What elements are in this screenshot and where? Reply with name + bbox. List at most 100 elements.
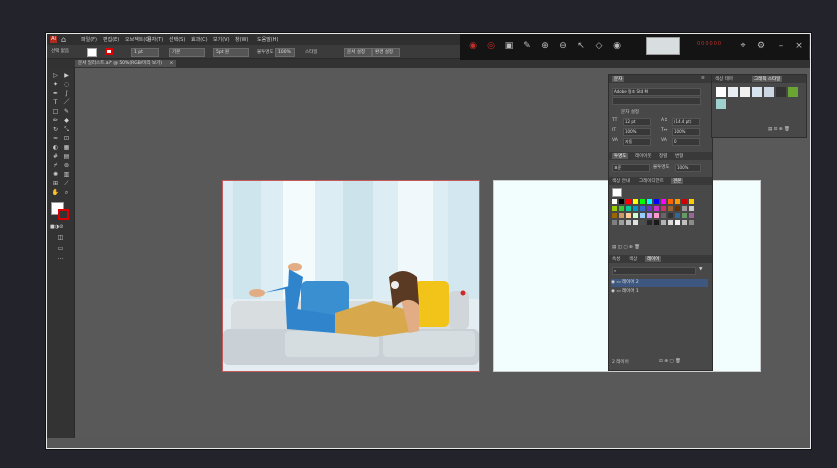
color-swatch[interactable] [626, 213, 631, 218]
screenshot-icon[interactable]: ▣ [504, 41, 514, 51]
layer-row[interactable]: ◉ ▭ 레이어 1 [611, 288, 708, 296]
tab-layout[interactable]: 레이아웃 [635, 153, 652, 159]
blend-tool-icon[interactable]: ⊚ [62, 162, 71, 170]
tab-gradient[interactable]: 그레이디언트 [639, 178, 664, 184]
home-icon[interactable]: ⌂ [61, 35, 66, 44]
color-swatch[interactable] [612, 199, 617, 204]
color-swatch[interactable] [682, 220, 687, 225]
rotate-tool-icon[interactable]: ↻ [51, 126, 60, 134]
font-style-field[interactable] [612, 97, 701, 105]
artboard-photo[interactable] [222, 180, 480, 372]
color-swatch[interactable] [661, 220, 666, 225]
color-swatch[interactable] [633, 220, 638, 225]
color-swatch[interactable] [668, 199, 673, 204]
tracking-field[interactable]: 0 [672, 138, 700, 146]
color-swatch[interactable] [626, 206, 631, 211]
width-tool-icon[interactable]: ≈ [51, 135, 60, 143]
stroke-color-icon[interactable] [58, 209, 69, 220]
scale-tool-icon[interactable]: ⤡ [62, 126, 71, 134]
color-swatch[interactable] [668, 213, 673, 218]
menu-item-7[interactable]: 창(W) [235, 36, 248, 43]
lasso-tool-icon[interactable]: ◌ [62, 81, 71, 89]
color-swatch[interactable] [640, 213, 645, 218]
font-size-field[interactable]: 12 pt [623, 118, 651, 126]
color-swatch[interactable] [675, 220, 680, 225]
color-swatch[interactable] [654, 220, 659, 225]
free-transform-tool-icon[interactable]: ⊡ [62, 135, 71, 143]
slice-tool-icon[interactable]: ⟋ [62, 180, 71, 188]
screen-mode-icon[interactable]: ▭ [56, 245, 65, 253]
color-swatch[interactable] [619, 206, 624, 211]
more-tools-icon[interactable]: ··· [56, 256, 65, 264]
document-setup-button[interactable]: 문서 설정 [344, 48, 372, 57]
magic-wand-tool-icon[interactable]: ✦ [51, 81, 60, 89]
direct-selection-tool-icon[interactable]: ▶ [62, 72, 71, 80]
draw-mode-icon[interactable]: ◫ [56, 234, 65, 242]
tab-color[interactable]: 색상 [629, 256, 637, 262]
color-swatch[interactable] [612, 206, 617, 211]
color-swatch[interactable] [661, 213, 666, 218]
settings-icon[interactable]: ⚙ [756, 41, 766, 51]
color-swatch[interactable] [689, 206, 694, 211]
pen-icon[interactable]: ✎ [522, 41, 532, 51]
color-swatch[interactable] [654, 199, 659, 204]
color-swatch[interactable] [619, 199, 624, 204]
stroke-weight-field[interactable]: 1 pt [131, 48, 159, 57]
mesh-tool-icon[interactable]: # [51, 153, 60, 161]
color-swatch[interactable] [682, 199, 687, 204]
color-swatch[interactable] [626, 199, 631, 204]
hand-tool-icon[interactable]: ✋ [51, 189, 60, 197]
tab-color-guide[interactable]: 색상 안내 [612, 178, 630, 184]
tab-character[interactable]: 문자 [612, 76, 625, 82]
stop-icon[interactable]: ◎ [486, 41, 496, 51]
pen-tool-icon[interactable]: ✒ [51, 90, 60, 98]
zoom-tool-icon[interactable]: ⌕ [62, 189, 71, 197]
eyedropper-tool-icon[interactable]: ⌿ [51, 162, 60, 170]
color-swatch[interactable] [619, 220, 624, 225]
leading-field[interactable]: (14.4 pt) [672, 118, 700, 126]
rectangle-tool-icon[interactable]: □ [51, 108, 60, 116]
menu-item-5[interactable]: 효과(C) [191, 36, 208, 43]
style-swatch-4[interactable] [764, 87, 774, 97]
stroke-style-select[interactable]: 5pt 원 [213, 48, 249, 57]
close-icon[interactable]: × [169, 61, 173, 66]
preview-thumbnail[interactable] [646, 37, 680, 55]
color-swatch[interactable] [647, 220, 652, 225]
style-swatch-5[interactable] [776, 87, 786, 97]
color-swatch[interactable] [661, 199, 666, 204]
document-tab[interactable]: 문서 일러스트.ai* @ 50%(RGB/미리 보기) × [75, 60, 177, 67]
style-swatch-6[interactable] [788, 87, 798, 97]
menu-item-8[interactable]: 도움말(H) [257, 36, 278, 43]
line-tool-icon[interactable]: ／ [62, 99, 71, 107]
fill-icon[interactable]: ◇ [594, 41, 604, 51]
artboard-tool-icon[interactable]: ⊞ [51, 180, 60, 188]
pencil-tool-icon[interactable]: ✏ [51, 117, 60, 125]
minimize-icon[interactable]: – [776, 41, 786, 51]
font-family-field[interactable]: Adobe 명조 Std M [612, 88, 701, 96]
color-swatch[interactable] [689, 220, 694, 225]
menu-item-1[interactable]: 편집(E) [103, 36, 119, 43]
color-swatch[interactable] [626, 220, 631, 225]
color-swatch[interactable] [640, 206, 645, 211]
mic-icon[interactable]: ⌖ [738, 41, 748, 51]
brush-select[interactable]: 기본 [169, 48, 205, 57]
none-swatch[interactable] [612, 188, 622, 197]
color-swatch[interactable] [668, 220, 673, 225]
menu-item-6[interactable]: 보기(V) [213, 36, 230, 43]
stroke-swatch[interactable] [105, 48, 113, 55]
tab-align[interactable]: 정렬 [659, 153, 667, 159]
eye-icon[interactable]: ◉ [612, 41, 622, 51]
perspective-grid-tool-icon[interactable]: ▦ [62, 144, 71, 152]
eraser-tool-icon[interactable]: ◆ [62, 117, 71, 125]
menu-item-3[interactable]: 문자(T) [147, 36, 163, 43]
close-icon[interactable]: × [794, 41, 804, 51]
color-swatch[interactable] [640, 220, 645, 225]
style-actions-icon[interactable]: ▤ ⊡ ⊕ 🗑 [768, 127, 790, 132]
layer-row[interactable]: ◉ ▭ 레이어 2 [611, 279, 708, 287]
swatch-library-icon[interactable]: ▤ ◫ ▢ ⊕ 🗑 [612, 245, 640, 250]
color-swatch[interactable] [682, 206, 687, 211]
color-swatch[interactable] [633, 199, 638, 204]
tab-swatches[interactable]: 견본 [671, 178, 684, 184]
filter-icon[interactable]: ▼ [699, 267, 702, 272]
paintbrush-tool-icon[interactable]: ✎ [62, 108, 71, 116]
